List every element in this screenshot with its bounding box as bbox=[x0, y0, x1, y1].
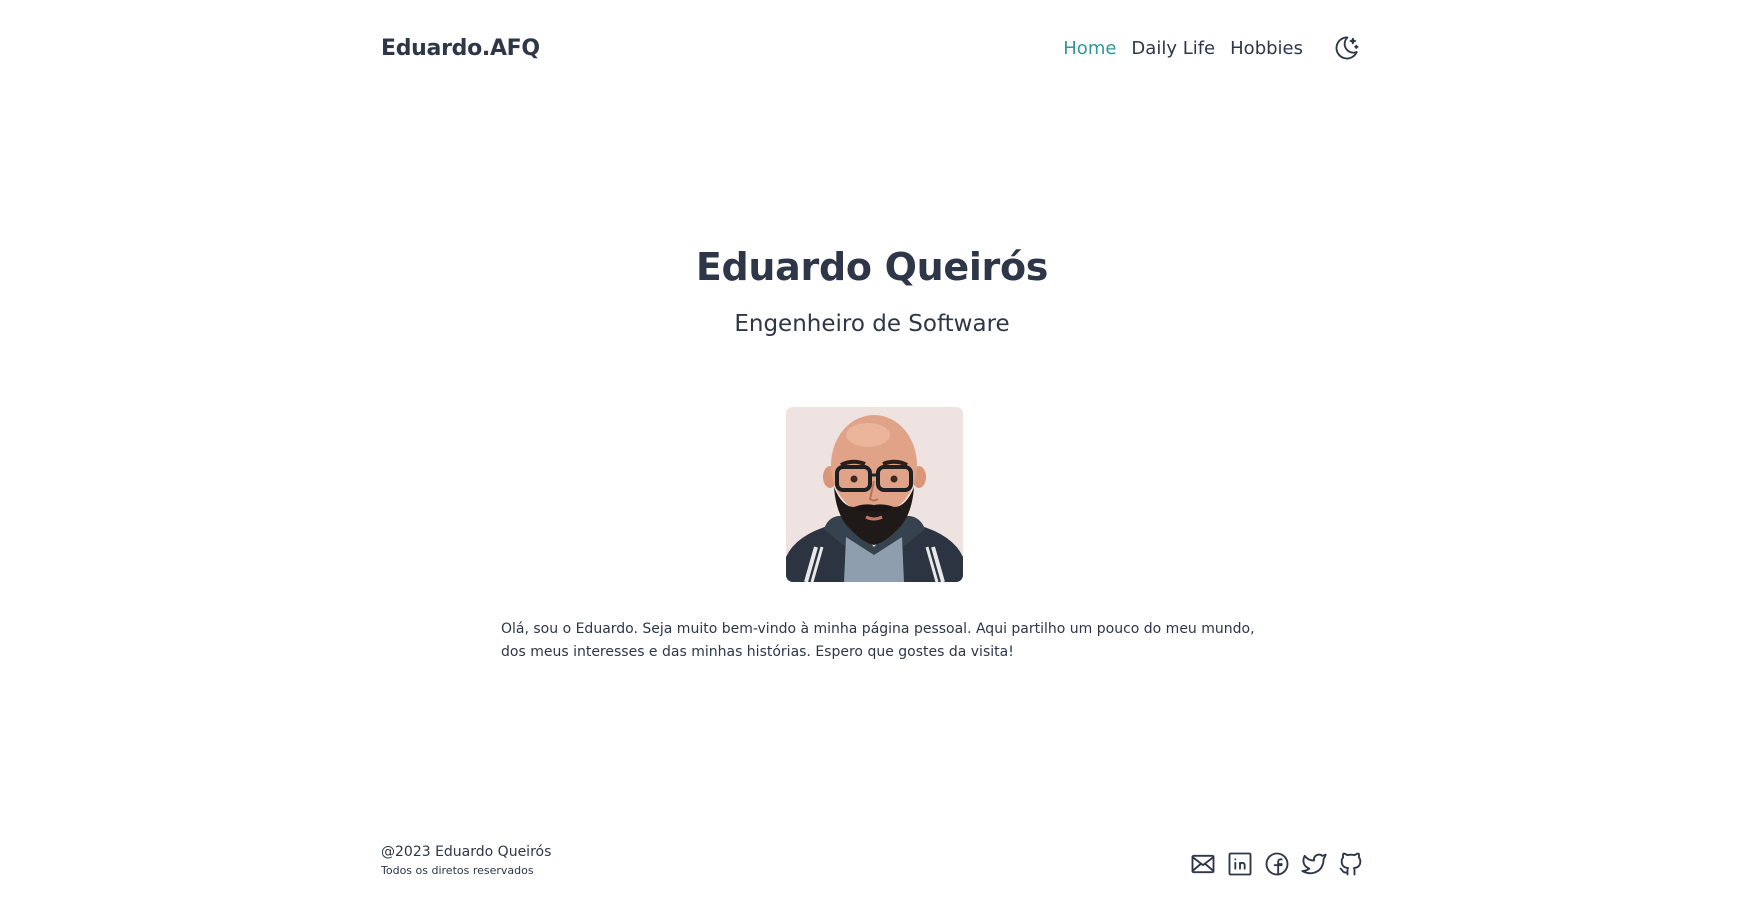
facebook-link[interactable] bbox=[1262, 849, 1292, 879]
mail-link[interactable] bbox=[1188, 849, 1218, 879]
linkedin-link[interactable] bbox=[1225, 849, 1255, 879]
nav-hobbies[interactable]: Hobbies bbox=[1230, 38, 1303, 59]
footer-copyright-block: @2023 Eduardo Queirós Todos os diretos r… bbox=[381, 843, 551, 877]
hero-name: Eduardo Queirós bbox=[695, 245, 1049, 289]
main-nav: Home Daily Life Hobbies bbox=[1048, 34, 1361, 62]
rights-text: Todos os diretos reservados bbox=[381, 864, 534, 877]
theme-toggle-button[interactable] bbox=[1333, 34, 1361, 62]
page: Eduardo.AFQ Home Daily Life Hobbies Edua… bbox=[0, 0, 1744, 910]
site-logo-link[interactable]: Eduardo.AFQ bbox=[381, 36, 540, 61]
site-header: Eduardo.AFQ Home Daily Life Hobbies bbox=[381, 28, 1361, 68]
linkedin-icon bbox=[1228, 852, 1252, 876]
avatar bbox=[786, 407, 963, 582]
github-link[interactable] bbox=[1336, 849, 1366, 879]
facebook-icon bbox=[1265, 852, 1289, 876]
github-icon bbox=[1339, 852, 1362, 876]
social-links bbox=[1188, 849, 1373, 879]
moon-stars-icon bbox=[1335, 36, 1359, 60]
nav-daily-life[interactable]: Daily Life bbox=[1131, 38, 1215, 59]
avatar-illustration bbox=[786, 407, 963, 582]
twitter-icon bbox=[1301, 853, 1327, 875]
nav-home[interactable]: Home bbox=[1063, 38, 1116, 59]
twitter-link[interactable] bbox=[1299, 849, 1329, 879]
hero-role: Engenheiro de Software bbox=[734, 310, 1010, 337]
intro-paragraph: Olá, sou o Eduardo. Seja muito bem-vindo… bbox=[501, 621, 1255, 660]
mail-icon bbox=[1191, 854, 1215, 874]
copyright-text: @2023 Eduardo Queirós bbox=[381, 844, 552, 860]
hero-section: Eduardo Queirós Engenheiro de Software bbox=[0, 245, 1744, 337]
